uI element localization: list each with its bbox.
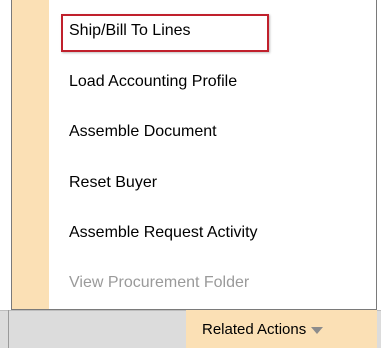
footer-divider [8, 310, 9, 348]
menu-item-reset-buyer[interactable]: Reset Buyer [69, 174, 157, 192]
related-actions-label: Related Actions [202, 320, 307, 338]
menu-item-load-accounting-profile[interactable]: Load Accounting Profile [69, 73, 237, 91]
chevron-down-icon [311, 326, 324, 334]
menu-item-view-procurement-folder: View Procurement Folder [69, 274, 250, 291]
menu-item-assemble-request-activity[interactable]: Assemble Request Activity [69, 224, 258, 242]
left-edge [0, 0, 11, 310]
menu-gutter [12, 0, 49, 309]
menu-item-ship-bill-to-lines[interactable]: Ship/Bill To Lines [69, 22, 191, 40]
related-actions-menu: Ship/Bill To Lines Load Accounting Profi… [11, 0, 377, 310]
menu-item-assemble-document[interactable]: Assemble Document [69, 123, 217, 141]
related-actions-button[interactable]: Related Actions [186, 310, 377, 348]
